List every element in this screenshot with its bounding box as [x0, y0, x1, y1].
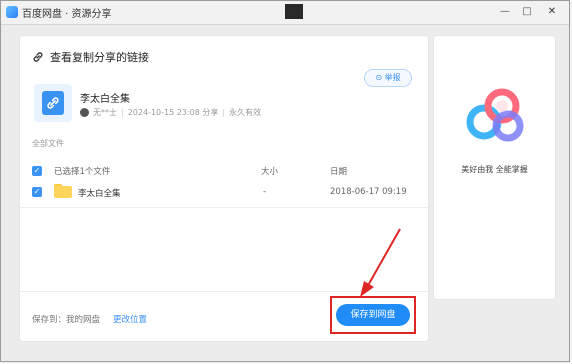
meta-separator: | — [222, 108, 226, 117]
row-file-name[interactable]: 李太白全集 — [78, 187, 121, 199]
share-validity: 永久有效 — [229, 108, 262, 117]
annotation-arrow-icon — [360, 228, 401, 297]
promo-caption: 美好由我 全能掌握 — [461, 165, 528, 174]
sharer-name: 无**士 — [93, 108, 117, 117]
breadcrumb[interactable]: 全部文件 — [32, 138, 64, 149]
row-file-date: 2018-06-17 09:19 — [330, 187, 407, 197]
link-icon — [32, 51, 44, 63]
column-date[interactable]: 日期 — [330, 165, 347, 177]
file-table-header: ✓ 已选择1个文件 大小 日期 — [32, 164, 416, 178]
close-button[interactable]: ✕ — [544, 5, 560, 19]
title-bar: 百度网盘 · 资源分享 — □ ✕ — [1, 1, 569, 25]
sharer-avatar — [80, 108, 89, 117]
minimize-button[interactable]: — — [497, 5, 513, 19]
side-promo-panel: 美好由我 全能掌握 — [433, 35, 556, 300]
title-overlay — [285, 4, 303, 19]
share-title: 查看复制分享的链接 — [50, 51, 149, 64]
baidu-netdisk-logo — [466, 88, 524, 142]
app-window: 百度网盘 · 资源分享 — □ ✕ 查看复制分享的链接 ⊙ 举报 李太白全集 无… — [0, 0, 570, 362]
report-button[interactable]: ⊙ 举报 — [364, 69, 412, 87]
table-divider — [20, 207, 428, 208]
meta-separator: | — [121, 108, 124, 117]
folder-icon — [54, 184, 72, 198]
share-title-row: 查看复制分享的链接 — [32, 49, 149, 65]
share-meta: 无**士 | 2024-10-15 23:08 分享 | 永久有效 — [80, 107, 261, 118]
save-to-netdisk-button[interactable]: 保存到网盘 — [336, 304, 410, 326]
change-location-link[interactable]: 更改位置 — [113, 313, 147, 325]
table-row[interactable]: ✓ 李太白全集 - 2018-06-17 09:19 — [32, 184, 416, 202]
row-file-size: - — [263, 187, 267, 197]
share-datetime: 2024-10-15 23:08 分享 — [127, 108, 219, 117]
link-file-icon — [34, 84, 72, 122]
maximize-button[interactable]: □ — [519, 5, 535, 19]
shared-file-name: 李太白全集 — [80, 94, 130, 105]
app-icon — [6, 6, 18, 18]
column-name: 已选择1个文件 — [54, 167, 111, 177]
select-all-checkbox[interactable]: ✓ — [32, 166, 42, 176]
row-checkbox[interactable]: ✓ — [32, 187, 42, 197]
window-title: 百度网盘 · 资源分享 — [22, 9, 112, 20]
save-destination: 保存到：我的网盘 — [32, 315, 101, 325]
column-size[interactable]: 大小 — [261, 165, 278, 177]
